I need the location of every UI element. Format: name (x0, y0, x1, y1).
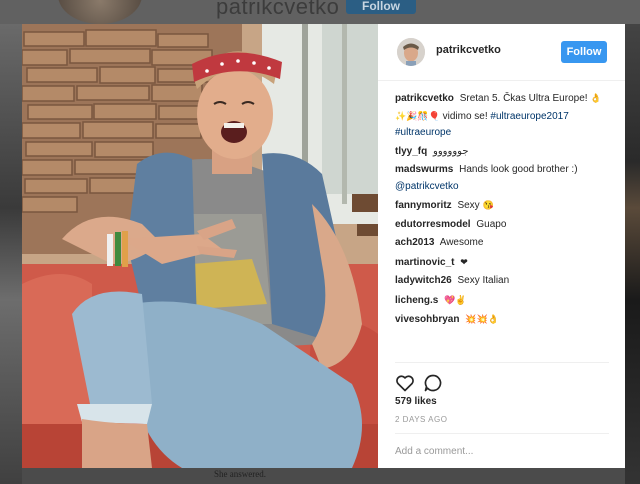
comment-item: madswurms Hands look good brother :) @pa… (395, 162, 609, 195)
post-footer: 579 likes 2 DAYS AGO (395, 362, 609, 460)
comment-emoji: ❤ (460, 256, 468, 267)
caption-text-2: vidimo se! (442, 110, 488, 122)
comments-list: patrikcvetko Sretan 5. Čkas Ultra Europe… (395, 90, 609, 331)
comment-item: fannymoritz Sexy 😘 (395, 197, 609, 215)
background-bottom-strip (22, 468, 625, 484)
comment-username[interactable]: vivesohbryan (395, 314, 459, 325)
comment-text: Guapo (476, 218, 507, 230)
comment-item: edutorresmodel Guapo (395, 217, 609, 234)
caption-text: Sretan 5. Čkas Ultra Europe! (459, 93, 588, 104)
comment-username[interactable]: ladywitch26 (395, 275, 452, 286)
author-avatar[interactable] (397, 38, 425, 66)
author-username[interactable]: patrikcvetko (436, 44, 501, 56)
follow-button[interactable]: Follow (561, 41, 607, 63)
comment-username[interactable]: martinovic_t (395, 257, 454, 268)
likes-count[interactable]: 579 likes (395, 396, 437, 407)
comment-username[interactable]: ach2013 (395, 237, 434, 248)
comment-item: tlyy_fq جوووووو (395, 144, 609, 161)
post-photo[interactable] (22, 24, 378, 468)
comment-item: ach2013 Awesome (395, 235, 609, 252)
avatar-image (397, 38, 425, 66)
background-caption-fragment: She answered. (214, 469, 266, 479)
comment-emoji: 😘 (482, 200, 494, 210)
post-modal: patrikcvetko Follow patrikcvetko Sretan … (22, 24, 625, 468)
comment-username[interactable]: licheng.s (395, 295, 438, 306)
comment-text: Awesome (439, 237, 484, 248)
post-timestamp: 2 DAYS AGO (395, 415, 448, 424)
caption-username[interactable]: patrikcvetko (395, 93, 454, 104)
background-left-thumbnails (0, 24, 22, 484)
comment-text: Sexy (457, 200, 480, 211)
comment-username[interactable]: fannymoritz (395, 200, 452, 211)
comment-text: Hands look good brother :) (459, 164, 578, 175)
comment-emoji: 💥💥👌 (465, 314, 499, 324)
mention-link[interactable]: @patrikcvetko (395, 181, 459, 192)
add-comment-input[interactable] (395, 442, 609, 460)
action-bar (395, 373, 609, 397)
comment-item: vivesohbryan 💥💥👌 (395, 311, 609, 329)
comment-text: Sexy Italian (457, 275, 510, 286)
background-username: patrikcvetko (216, 0, 340, 19)
background-follow-button: Follow (346, 0, 416, 14)
comment-emoji: 💖✌ (444, 294, 467, 305)
comment-username[interactable]: tlyy_fq (395, 146, 427, 157)
post-side-panel: patrikcvetko Follow patrikcvetko Sretan … (378, 24, 625, 468)
comment-username[interactable]: madswurms (395, 164, 453, 175)
add-comment-section (395, 433, 609, 468)
heart-icon[interactable] (395, 373, 417, 395)
background-avatar (58, 0, 142, 24)
hashtag-link[interactable]: #ultraeurope2017 (490, 111, 568, 122)
comment-item: licheng.s 💖✌ (395, 292, 609, 310)
comment-item: martinovic_t ❤ (395, 254, 609, 272)
comment-username[interactable]: edutorresmodel (395, 219, 471, 230)
background-profile-header: patrikcvetko Follow (0, 0, 640, 24)
hashtag-link[interactable]: #ultraeurope (395, 127, 451, 138)
comment-icon[interactable] (423, 373, 445, 395)
background-right-thumbnails (625, 24, 640, 484)
caption: patrikcvetko Sretan 5. Čkas Ultra Europe… (395, 90, 609, 142)
comment-item: ladywitch26 Sexy Italian (395, 273, 609, 290)
comment-text: جوووووو (433, 145, 469, 157)
post-photo-illustration (22, 24, 378, 468)
post-header: patrikcvetko Follow (378, 24, 625, 81)
